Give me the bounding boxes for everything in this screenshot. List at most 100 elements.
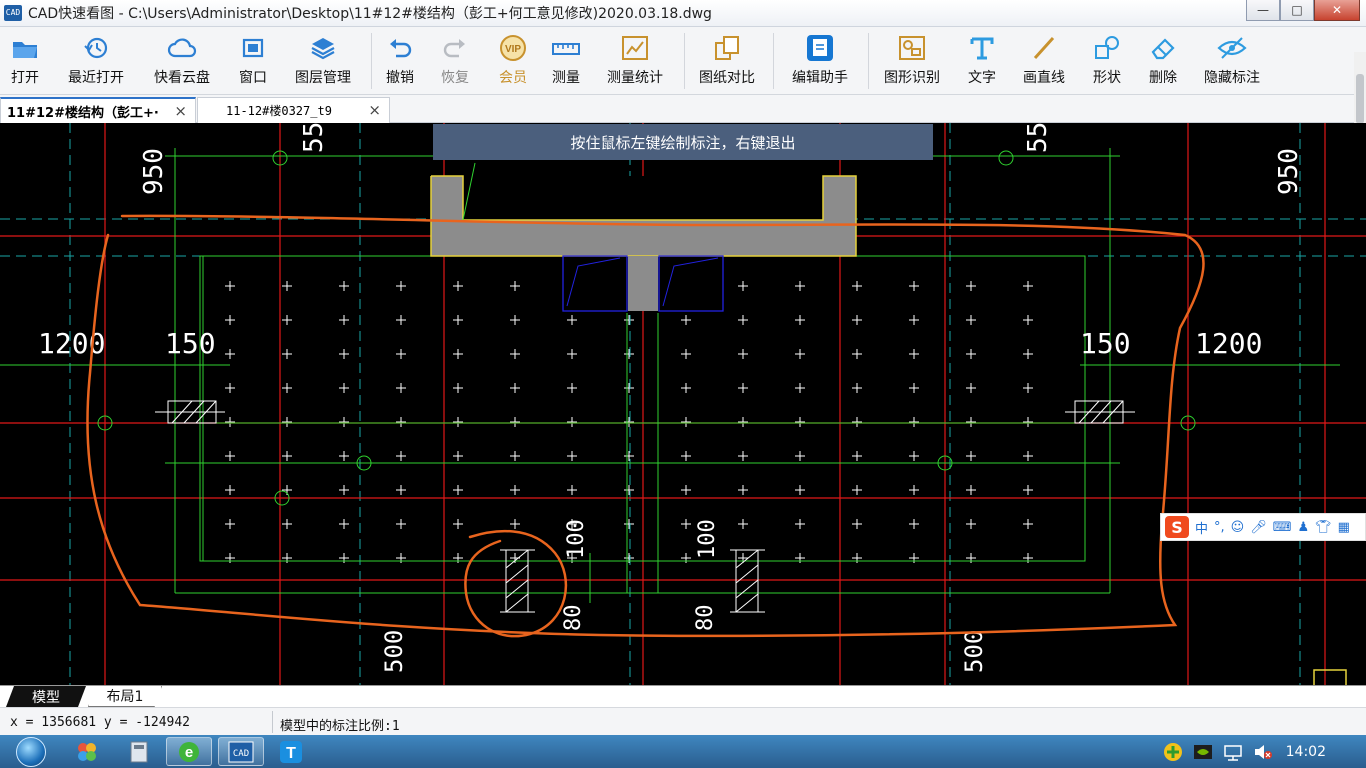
- taskbar-app-t[interactable]: T: [268, 737, 314, 766]
- draw-line-button[interactable]: 画直线: [1023, 33, 1065, 91]
- dim-55-right: 55: [1023, 123, 1053, 153]
- cloud-button[interactable]: 快看云盘: [154, 33, 210, 91]
- grid-point: [396, 451, 406, 461]
- cad-app-icon: CAD: [228, 741, 254, 762]
- window-icon: [239, 33, 267, 63]
- tab-document-1[interactable]: 11#12#楼结构（彭工+· ×: [0, 97, 196, 123]
- grid-point: [282, 451, 292, 461]
- grid-point: [852, 519, 862, 529]
- toolbar-scrollbar[interactable]: [1354, 52, 1366, 132]
- recent-button[interactable]: 最近打开: [68, 33, 124, 91]
- taskbar-app-cad[interactable]: CAD: [218, 737, 264, 766]
- grid-point: [396, 417, 406, 427]
- measure-stats-button[interactable]: 测量统计: [607, 33, 663, 91]
- shapes-icon: [1092, 33, 1122, 63]
- volume-muted-icon[interactable]: [1252, 741, 1274, 763]
- grid-point: [795, 485, 805, 495]
- hide-marks-button[interactable]: 隐藏标注: [1204, 33, 1260, 91]
- toolbar-separator: [684, 33, 685, 89]
- drawing-canvas[interactable]: 55 55 950 950 1200 1200 150 150 100 100 …: [0, 123, 1366, 685]
- ime-toolbar[interactable]: S 中 °, ☺ 🎤︎ ⌨ ♟ 👕︎ ▦: [1160, 513, 1366, 541]
- svg-text:VIP: VIP: [505, 44, 521, 55]
- cursor-coordinates: x = 1356681 y = -124942: [10, 715, 191, 730]
- shape-recognize-icon: [897, 33, 927, 63]
- cloud-icon: [166, 33, 198, 63]
- shape-button[interactable]: 形状: [1092, 33, 1122, 91]
- compare-button[interactable]: 图纸对比: [699, 33, 755, 91]
- start-button[interactable]: [8, 735, 54, 768]
- taskbar-app-pinwheel[interactable]: [64, 737, 110, 766]
- grid-point: [282, 383, 292, 393]
- tab-close-icon[interactable]: ×: [368, 101, 381, 119]
- grid-point: [1023, 485, 1033, 495]
- undo-button[interactable]: 撤销: [386, 33, 414, 91]
- grid-point: [225, 417, 235, 427]
- measure-stats-icon: [620, 33, 650, 63]
- edit-assistant-button[interactable]: 编辑助手: [792, 33, 848, 91]
- delete-button[interactable]: 删除: [1148, 33, 1178, 91]
- grid-point: [282, 349, 292, 359]
- nvidia-icon[interactable]: [1192, 741, 1214, 763]
- layers-button[interactable]: 图层管理: [295, 33, 351, 91]
- grid-point: [1023, 315, 1033, 325]
- recognize-button[interactable]: 图形识别: [884, 33, 940, 91]
- grid-point: [225, 315, 235, 325]
- grid-point: [339, 315, 349, 325]
- skin-shirt-icon[interactable]: 👕︎: [1315, 520, 1332, 535]
- eraser-icon: [1148, 33, 1178, 63]
- ime-punct[interactable]: °,: [1214, 520, 1225, 535]
- user-icon[interactable]: ♟: [1298, 520, 1310, 535]
- keyboard-icon[interactable]: ⌨: [1273, 520, 1292, 535]
- grid-point: [909, 519, 919, 529]
- grid-point: [624, 519, 634, 529]
- grid-point: [624, 383, 634, 393]
- ime-mode[interactable]: 中: [1195, 518, 1208, 537]
- svg-text:T: T: [286, 745, 296, 762]
- maximize-button[interactable]: □: [1280, 0, 1314, 21]
- grid-point: [909, 485, 919, 495]
- grid-point: [1023, 281, 1033, 291]
- taskbar-app-calculator[interactable]: [116, 737, 162, 766]
- grid-point: [339, 485, 349, 495]
- grid-point: [738, 315, 748, 325]
- dim-500-left: 500: [380, 630, 408, 673]
- taskbar-clock[interactable]: 14:02: [1286, 744, 1326, 760]
- minimize-button[interactable]: —: [1246, 0, 1280, 21]
- window-button[interactable]: 窗口: [239, 33, 267, 91]
- grid-menu-icon[interactable]: ▦: [1338, 520, 1350, 535]
- tab-document-2[interactable]: 11-12#楼0327_t9 ×: [197, 97, 390, 123]
- grid-point: [738, 281, 748, 291]
- svg-text:e: e: [185, 744, 193, 761]
- tab-close-icon[interactable]: ×: [174, 102, 187, 120]
- scrollbar-thumb[interactable]: [1356, 74, 1364, 124]
- tab-model[interactable]: 模型: [6, 686, 86, 707]
- grid-point: [738, 485, 748, 495]
- grid-point: [795, 451, 805, 461]
- title-bar: CAD CAD快速看图 - C:\Users\Administrator\Des…: [0, 0, 1366, 27]
- close-button[interactable]: ✕: [1314, 0, 1360, 21]
- grid-point: [624, 451, 634, 461]
- grid-point: [282, 281, 292, 291]
- sogou-logo-icon[interactable]: S: [1165, 516, 1189, 538]
- grid-point: [1023, 349, 1033, 359]
- vip-button[interactable]: VIP 会员: [497, 33, 529, 91]
- tray-plus-icon[interactable]: [1162, 741, 1184, 763]
- text-button[interactable]: 文字: [968, 33, 996, 91]
- microphone-icon[interactable]: 🎤︎: [1250, 520, 1267, 535]
- emoji-icon[interactable]: ☺: [1231, 520, 1245, 535]
- grid-point: [225, 519, 235, 529]
- grid-point: [852, 417, 862, 427]
- measure-button[interactable]: 测量: [551, 33, 581, 91]
- corner-marker: [1313, 669, 1347, 685]
- grid-point: [453, 349, 463, 359]
- grid-point: [567, 349, 577, 359]
- open-button[interactable]: 打开: [10, 33, 40, 91]
- grid-point: [510, 417, 520, 427]
- taskbar-app-browser[interactable]: e: [166, 737, 212, 766]
- network-icon[interactable]: [1222, 741, 1244, 763]
- tab-layout1[interactable]: 布局1: [88, 686, 162, 707]
- grid-point: [396, 349, 406, 359]
- redo-button[interactable]: 恢复: [441, 33, 469, 91]
- toolbar-separator: [773, 33, 774, 89]
- grid-point: [738, 383, 748, 393]
